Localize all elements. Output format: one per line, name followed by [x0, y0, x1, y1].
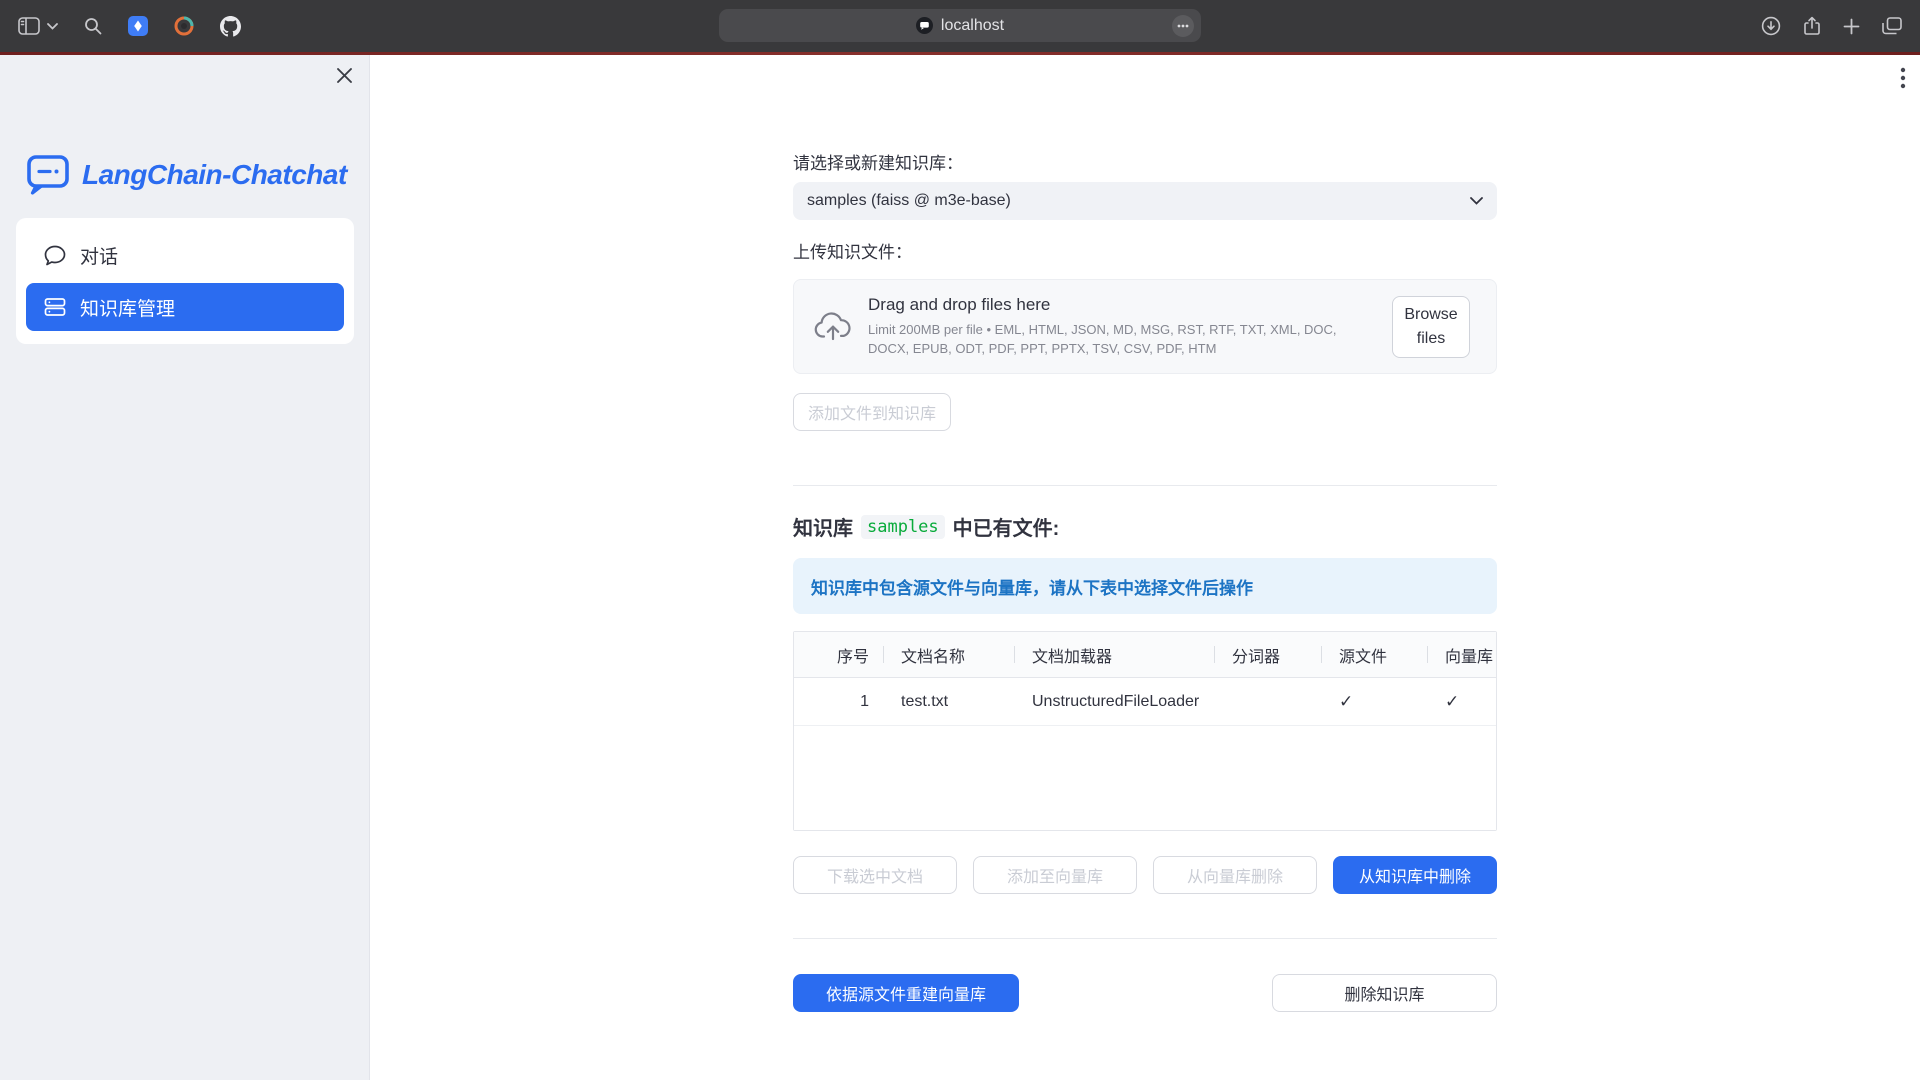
- chevron-down-icon[interactable]: [47, 23, 58, 30]
- new-tab-icon[interactable]: [1843, 18, 1860, 35]
- cell-source-check: ✓: [1321, 678, 1427, 725]
- table-header: 序号 文档名称 文档加载器 分词器 源文件 向量库: [794, 632, 1496, 678]
- address-bar[interactable]: localhost: [719, 9, 1201, 42]
- main-area: 请选择或新建知识库： samples (faiss @ m3e-base) 上传…: [370, 55, 1920, 1080]
- kb-select[interactable]: samples (faiss @ m3e-base): [793, 182, 1497, 220]
- table-row[interactable]: 1 test.txt UnstructuredFileLoader ✓ ✓: [794, 678, 1496, 726]
- kb-name-code: samples: [861, 515, 945, 539]
- extension-ring-icon[interactable]: [174, 16, 194, 36]
- divider: [793, 485, 1497, 486]
- col-vector-store: 向量库: [1427, 632, 1496, 677]
- github-icon[interactable]: [220, 16, 241, 37]
- info-banner: 知识库中包含源文件与向量库，请从下表中选择文件后操作: [793, 558, 1497, 614]
- divider: [793, 938, 1497, 939]
- row-actions: 下载选中文档 添加至向量库 从向量库删除 从知识库中删除: [793, 856, 1497, 894]
- kb-files-table: 序号 文档名称 文档加载器 分词器 源文件 向量库 1 test.txt Uns…: [793, 631, 1497, 831]
- streamlit-menu-icon[interactable]: [1900, 67, 1906, 89]
- col-splitter: 分词器: [1214, 632, 1321, 677]
- cell-splitter: [1214, 678, 1321, 725]
- browser-toolbar: localhost: [0, 0, 1920, 52]
- cell-index: 1: [794, 678, 883, 725]
- chat-bubble-logo-icon: [26, 154, 70, 196]
- kb-select-label: 请选择或新建知识库：: [793, 149, 1497, 174]
- sidebar: LangChain-Chatchat 对话: [0, 55, 370, 1080]
- site-favicon: [916, 17, 933, 34]
- upload-label: 上传知识文件：: [793, 238, 1497, 263]
- download-icon[interactable]: [1761, 16, 1781, 36]
- add-to-vector-store-button[interactable]: 添加至向量库: [973, 856, 1137, 894]
- sidebar-item-label: 对话: [80, 242, 118, 269]
- sidebar-close-icon[interactable]: [336, 67, 353, 84]
- delete-from-kb-button[interactable]: 从知识库中删除: [1333, 856, 1497, 894]
- cloud-upload-icon: [814, 312, 852, 342]
- share-icon[interactable]: [1803, 16, 1821, 36]
- knowledge-base-icon: [44, 297, 66, 317]
- chat-icon: [44, 245, 66, 266]
- col-source-file: 源文件: [1321, 632, 1427, 677]
- logo-text: LangChain-Chatchat: [82, 159, 347, 191]
- rebuild-vector-store-button[interactable]: 依据源文件重建向量库: [793, 974, 1019, 1012]
- col-loader: 文档加载器: [1014, 632, 1214, 677]
- app-logo: LangChain-Chatchat: [0, 55, 370, 196]
- dropzone-title: Drag and drop files here: [868, 295, 1380, 315]
- sidebar-toggle-icon[interactable]: [18, 17, 40, 35]
- search-icon[interactable]: [84, 17, 102, 35]
- dropzone-limits: Limit 200MB per file • EML, HTML, JSON, …: [868, 321, 1380, 359]
- add-files-button[interactable]: 添加文件到知识库: [793, 393, 951, 431]
- address-url: localhost: [941, 17, 1004, 35]
- cell-vector-check: ✓: [1427, 678, 1496, 725]
- page-options-icon[interactable]: [1172, 15, 1194, 37]
- kb-files-heading: 知识库 samples 中已有文件:: [793, 512, 1497, 541]
- chevron-down-icon: [1470, 197, 1483, 205]
- footer-actions: 依据源文件重建向量库 删除知识库: [793, 974, 1497, 1012]
- extension-blue-icon[interactable]: [128, 16, 148, 36]
- kb-select-value: samples (faiss @ m3e-base): [807, 192, 1011, 210]
- cell-loader: UnstructuredFileLoader: [1014, 678, 1214, 725]
- sidebar-menu: 对话 知识库管理: [16, 218, 354, 344]
- browse-files-button[interactable]: Browse files: [1392, 296, 1470, 358]
- file-uploader-dropzone[interactable]: Drag and drop files here Limit 200MB per…: [793, 279, 1497, 374]
- table-empty-area: [794, 726, 1496, 830]
- sidebar-item-chat[interactable]: 对话: [26, 231, 344, 279]
- tabs-overview-icon[interactable]: [1882, 17, 1902, 35]
- cell-doc-name: test.txt: [883, 678, 1014, 725]
- download-selected-button[interactable]: 下载选中文档: [793, 856, 957, 894]
- col-index: 序号: [794, 632, 883, 677]
- sidebar-item-label: 知识库管理: [80, 294, 175, 321]
- remove-from-vector-store-button[interactable]: 从向量库删除: [1153, 856, 1317, 894]
- delete-kb-button[interactable]: 删除知识库: [1272, 974, 1497, 1012]
- col-doc-name: 文档名称: [883, 632, 1014, 677]
- sidebar-item-knowledge-base[interactable]: 知识库管理: [26, 283, 344, 331]
